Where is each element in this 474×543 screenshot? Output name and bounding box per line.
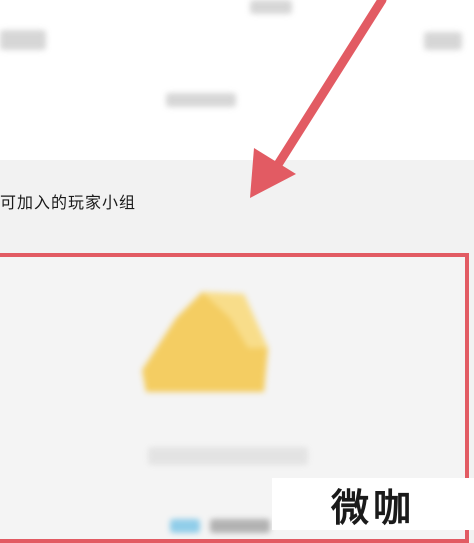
blurred-button-right	[210, 519, 270, 533]
watermark: 微咖	[272, 478, 474, 530]
watermark-text: 微咖	[330, 485, 415, 530]
blurred-group-name	[148, 447, 308, 465]
blurred-center-label	[166, 93, 236, 107]
blurred-left-label	[0, 30, 46, 50]
blurred-right-label	[424, 32, 462, 50]
top-header-area	[0, 0, 474, 160]
joinable-groups-title: 可加入的玩家小组	[0, 193, 137, 212]
blurred-top-center-label	[250, 0, 292, 14]
group-icon	[142, 292, 268, 392]
blurred-button-left	[170, 519, 200, 533]
